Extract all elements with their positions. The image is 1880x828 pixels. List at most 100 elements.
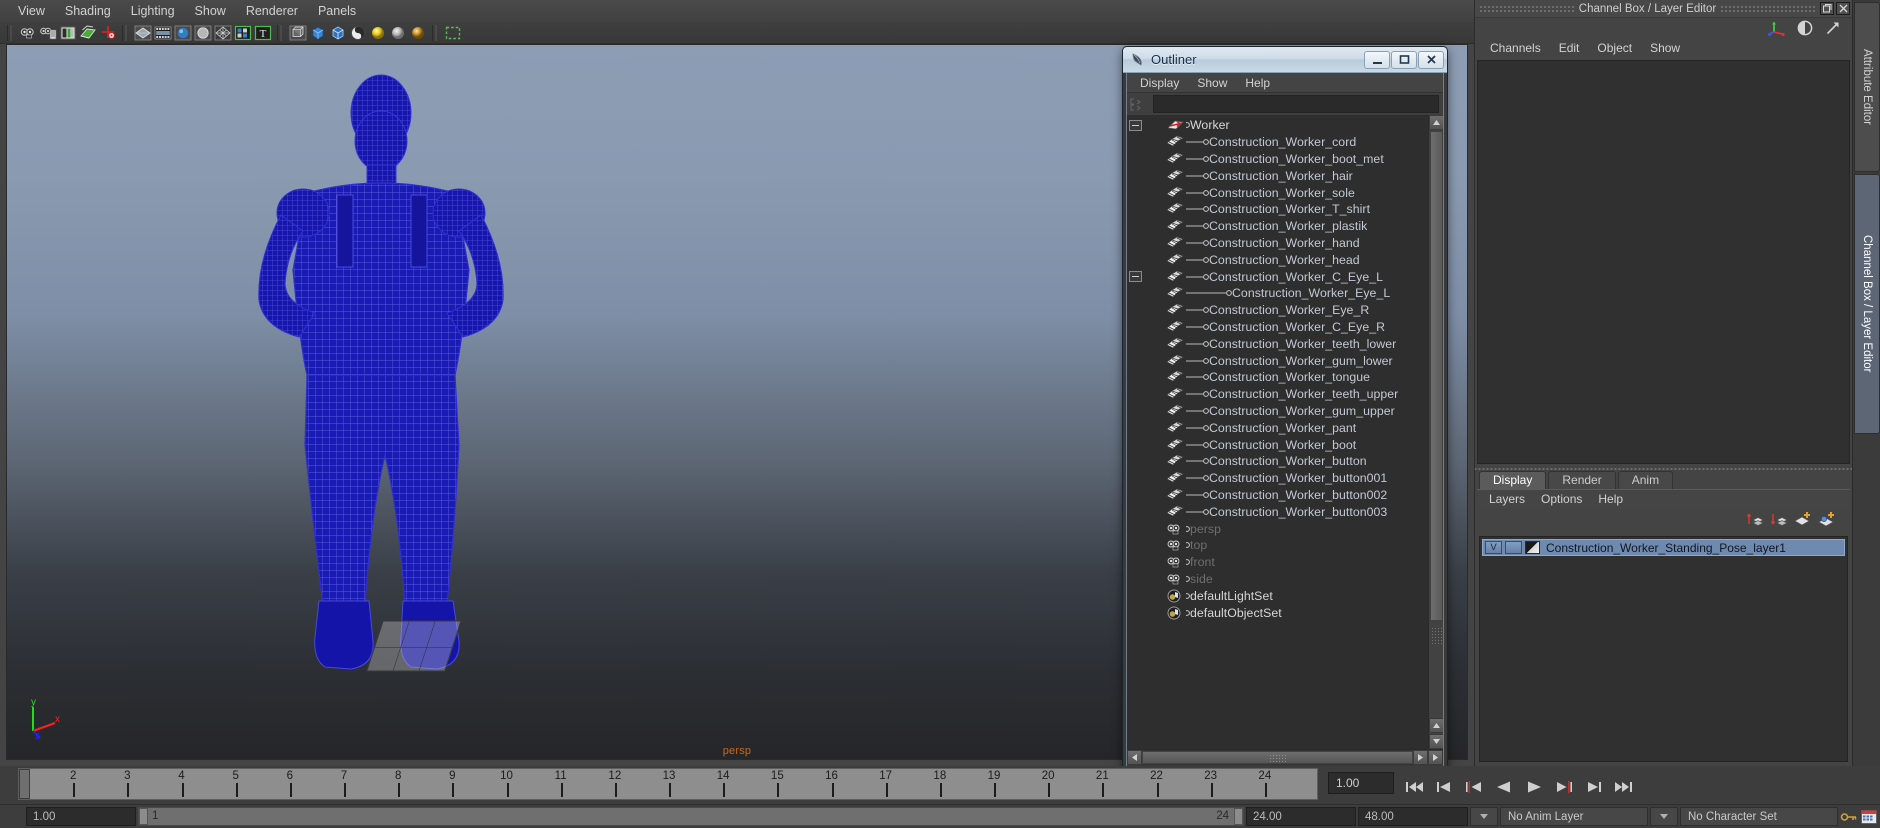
outliner-item-Construction_Worker_Eye_R[interactable]: Construction_Worker_Eye_R [1127, 302, 1428, 319]
layer-visibility-toggle[interactable]: V [1485, 541, 1502, 554]
light-yellow-icon[interactable] [369, 24, 387, 42]
outliner-item-Construction_Worker_C_Eye_R[interactable]: Construction_Worker_C_Eye_R [1127, 319, 1428, 336]
outliner-menu-display[interactable]: Display [1131, 75, 1188, 91]
range-handle-end[interactable] [1234, 808, 1243, 825]
hscroll-right-arrow-a-icon[interactable] [1413, 750, 1428, 765]
outliner-item-Construction_Worker_cord[interactable]: Construction_Worker_cord [1127, 134, 1428, 151]
outliner-item-top[interactable]: top [1127, 537, 1428, 554]
hscroll-right-arrow-icon[interactable] [1428, 750, 1443, 765]
outliner-item-Construction_Worker_T_shirt[interactable]: Construction_Worker_T_shirt [1127, 201, 1428, 218]
dock-drag-grip-left[interactable] [1479, 5, 1575, 12]
layer-menu-help[interactable]: Help [1590, 491, 1631, 507]
step-forward-key-icon[interactable] [1552, 776, 1576, 798]
playback-end-field[interactable]: 24.00 [1246, 807, 1356, 826]
outliner-titlebar[interactable]: Outliner [1123, 47, 1447, 73]
flat-shade-icon[interactable] [194, 24, 212, 42]
outliner-item-Construction_Worker_button002[interactable]: Construction_Worker_button002 [1127, 487, 1428, 504]
viewport-menu-view[interactable]: View [8, 2, 55, 20]
tab-anim[interactable]: Anim [1617, 471, 1674, 489]
range-dropdown-1[interactable] [1470, 807, 1498, 826]
hscroll-track[interactable] [1142, 750, 1413, 765]
layer-row[interactable]: V Construction_Worker_Standing_Pose_laye… [1482, 539, 1845, 556]
current-frame-field[interactable]: 1.00 [1328, 772, 1394, 794]
outliner-item-Worker[interactable]: Worker [1127, 117, 1428, 134]
outliner-window[interactable]: Outliner Display Show Help Worker Constr… [1122, 46, 1448, 775]
outliner-item-Construction_Worker_head[interactable]: Construction_Worker_head [1127, 251, 1428, 268]
layer-list[interactable]: V Construction_Worker_Standing_Pose_laye… [1479, 536, 1848, 762]
channelbox-content[interactable] [1477, 60, 1850, 464]
range-slider-grip[interactable] [2, 807, 24, 826]
shaded-box-icon[interactable] [309, 24, 327, 42]
new-layer-icon[interactable] [1794, 510, 1812, 528]
go-to-end-icon[interactable] [1612, 776, 1636, 798]
scrollbar-grip[interactable] [1431, 627, 1442, 645]
layer-color-swatch[interactable] [1525, 541, 1540, 554]
time-slider-left-handle[interactable] [0, 766, 18, 804]
step-forward-frame-icon[interactable] [1582, 776, 1606, 798]
maximize-button[interactable] [1391, 50, 1417, 69]
arrow-diagonal-icon[interactable] [1824, 19, 1842, 37]
outliner-item-Construction_Worker_plastik[interactable]: Construction_Worker_plastik [1127, 218, 1428, 235]
range-start-field[interactable]: 1.00 [26, 807, 136, 826]
outliner-item-Construction_Worker_Eye_L[interactable]: Construction_Worker_Eye_L [1127, 285, 1428, 302]
outliner-item-Construction_Worker_hand[interactable]: Construction_Worker_hand [1127, 235, 1428, 252]
viewport-menu-renderer[interactable]: Renderer [236, 2, 308, 20]
outliner-item-Construction_Worker_boot_met[interactable]: Construction_Worker_boot_met [1127, 151, 1428, 168]
channelbox-menu-object[interactable]: Object [1588, 40, 1641, 56]
step-back-key-icon[interactable] [1462, 776, 1486, 798]
channelbox-menu-channels[interactable]: Channels [1481, 40, 1550, 56]
play-backwards-icon[interactable] [1492, 776, 1516, 798]
hscroll-left-arrow-icon[interactable] [1127, 750, 1142, 765]
outliner-item-Construction_Worker_gum_upper[interactable]: Construction_Worker_gum_upper [1127, 403, 1428, 420]
collapse-toggle-icon[interactable] [1129, 119, 1142, 131]
outliner-item-Construction_Worker_sole[interactable]: Construction_Worker_sole [1127, 184, 1428, 201]
tab-render[interactable]: Render [1548, 471, 1616, 489]
channelbox-menu-show[interactable]: Show [1641, 40, 1689, 56]
light-amber-icon[interactable] [409, 24, 427, 42]
outliner-item-Construction_Worker_tongue[interactable]: Construction_Worker_tongue [1127, 369, 1428, 386]
viewport-menu-show[interactable]: Show [185, 2, 236, 20]
minimize-button[interactable] [1364, 50, 1390, 69]
tab-display[interactable]: Display [1479, 471, 1547, 489]
range-bar[interactable]: 1 24 [138, 807, 1244, 826]
grid-display-icon[interactable] [79, 24, 97, 42]
viewport-menu-panels[interactable]: Panels [308, 2, 366, 20]
character-set-combo[interactable]: No Character Set [1680, 807, 1838, 826]
smooth-shade-icon[interactable] [174, 24, 192, 42]
camera-settings-icon[interactable] [39, 24, 57, 42]
channelbox-menu-edit[interactable]: Edit [1550, 40, 1589, 56]
anim-layer-dropdown[interactable] [1650, 807, 1678, 826]
collapse-toggle-icon[interactable] [1129, 271, 1142, 283]
play-forwards-icon[interactable] [1522, 776, 1546, 798]
outliner-menu-help[interactable]: Help [1236, 75, 1279, 91]
outliner-item-Construction_Worker_pant[interactable]: Construction_Worker_pant [1127, 419, 1428, 436]
outliner-item-Construction_Worker_teeth_lower[interactable]: Construction_Worker_teeth_lower [1127, 335, 1428, 352]
outliner-vertical-scrollbar[interactable] [1428, 115, 1443, 749]
camera-attributes-icon[interactable] [19, 24, 37, 42]
outliner-item-Construction_Worker_hair[interactable]: Construction_Worker_hair [1127, 167, 1428, 184]
outliner-search-input[interactable] [1153, 95, 1439, 113]
texture-display-icon[interactable] [234, 24, 252, 42]
viewport-menu-shading[interactable]: Shading [55, 2, 121, 20]
time-slider-track[interactable]: 2 3 4 5 6 7 8 9 10 11 12 13 14 15 16 17 18 19 20 21 22 23 24 [18, 768, 1318, 800]
viewport-menu-lighting[interactable]: Lighting [121, 2, 185, 20]
outliner-item-Construction_Worker_button001[interactable]: Construction_Worker_button001 [1127, 470, 1428, 487]
outliner-item-Construction_Worker_boot[interactable]: Construction_Worker_boot [1127, 436, 1428, 453]
outliner-tree[interactable]: Worker Construction_Worker_cord Construc… [1127, 115, 1428, 749]
dock-drag-grip-right[interactable] [1720, 5, 1817, 12]
outliner-item-side[interactable]: side [1127, 571, 1428, 588]
close-button[interactable] [1836, 2, 1851, 15]
outliner-item-front[interactable]: front [1127, 554, 1428, 571]
move-manipulator-icon[interactable] [1767, 19, 1786, 37]
outliner-menu-show[interactable]: Show [1188, 75, 1236, 91]
new-layer-from-selected-icon[interactable] [1818, 510, 1836, 528]
outliner-item-defaultLightSet[interactable]: defaultLightSet [1127, 587, 1428, 604]
move-layer-down-icon[interactable] [1770, 510, 1788, 528]
time-slider-current-frame-cursor[interactable] [19, 769, 30, 799]
outliner-item-defaultObjectSet[interactable]: defaultObjectSet [1127, 604, 1428, 621]
outliner-item-Construction_Worker_gum_lower[interactable]: Construction_Worker_gum_lower [1127, 352, 1428, 369]
outliner-item-Construction_Worker_button003[interactable]: Construction_Worker_button003 [1127, 503, 1428, 520]
outliner-item-Construction_Worker_teeth_upper[interactable]: Construction_Worker_teeth_upper [1127, 386, 1428, 403]
outliner-tree-container[interactable]: Worker Construction_Worker_cord Construc… [1127, 115, 1443, 749]
range-handle-start[interactable] [139, 808, 148, 825]
